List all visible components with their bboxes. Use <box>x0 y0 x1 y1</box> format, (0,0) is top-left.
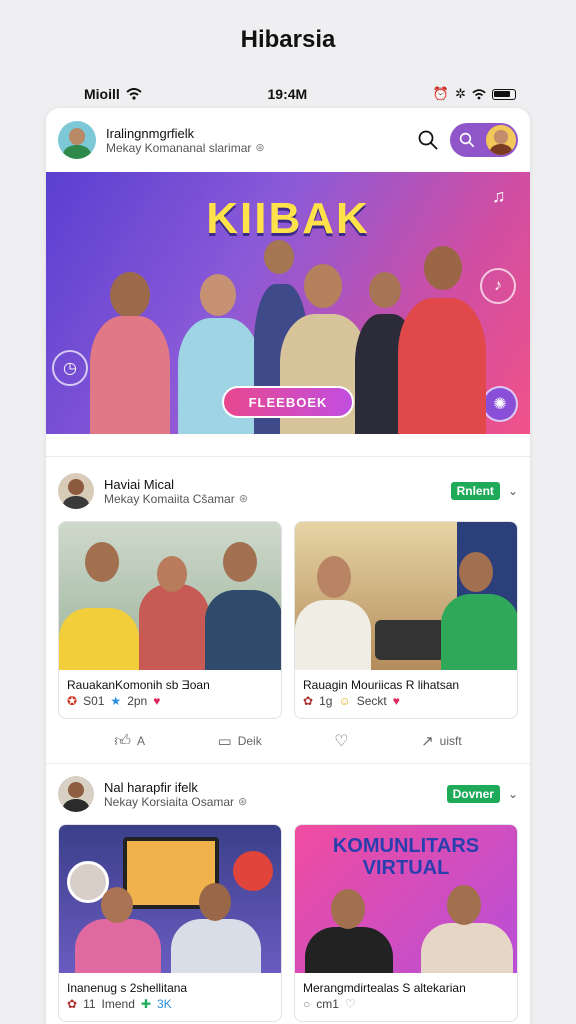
tile-photo <box>59 825 281 973</box>
comment-label: Deik <box>237 734 262 748</box>
circle-icon: ○ <box>303 997 311 1011</box>
post-author-subtitle: Nekay Korsiaita Osamar <box>104 794 235 809</box>
post-author-name[interactable]: Nal harapfir ifelk <box>104 780 447 795</box>
heart-icon[interactable]: ♥ <box>393 694 400 708</box>
carrier-label: Mioill <box>84 86 120 102</box>
comment-button[interactable]: ▭ Deik <box>218 732 262 750</box>
post-author-subtitle: Mekay Komaiita Cŝamar <box>104 491 235 506</box>
media-tile[interactable]: KOMUNLITARS VIRTUAL Merangmdirtealas S a… <box>294 824 518 1022</box>
post-author-name[interactable]: Haviai Mical <box>104 477 451 492</box>
banner-cta-button[interactable]: FLEEBOEK <box>222 386 354 418</box>
clock: 19:4M <box>267 86 308 102</box>
search-icon-pill <box>459 132 475 148</box>
post-card: Haviai Mical Mekay Komaiita Cŝamar ⊛ Rnl… <box>46 456 530 763</box>
fire-icon: ✪ <box>67 694 78 708</box>
tile-photo <box>295 522 517 670</box>
profile-header: Iralingnmgrfielk Mekay Komananal slarima… <box>46 108 530 172</box>
tile-meta-label: Imend <box>101 997 135 1011</box>
tile-title: RauakanKomonih sb Ǝoan <box>67 678 210 692</box>
search-icon[interactable] <box>416 128 440 152</box>
gift-icon: ✿ <box>67 997 78 1011</box>
tile-meta-count: 1g <box>319 694 333 708</box>
like-button[interactable]: 👍︎ A <box>114 732 145 751</box>
favorite-button[interactable]: ♡ <box>334 731 348 751</box>
chevron-down-icon[interactable]: ⌄ <box>508 787 518 801</box>
tile-photo <box>59 522 281 670</box>
chevron-down-icon[interactable]: ⌄ <box>508 484 518 498</box>
status-bar: Mioill 19:4M ⏰ ✲ <box>84 84 516 104</box>
clock-deco-icon: ◷ <box>52 350 88 386</box>
tile-title: Inanenug s 2shellitana <box>67 981 188 995</box>
media-tile[interactable]: Rauagin Mouriicas R lihatsan ✿ 1g ☺ Seck… <box>294 521 518 719</box>
thumbs-up-icon: 👍︎ <box>114 732 131 750</box>
tile-meta-extra: 3K <box>156 997 172 1011</box>
tile-banner-text: KOMUNLITARS VIRTUAL <box>332 835 480 879</box>
user-avatar[interactable] <box>486 125 516 155</box>
post-card: Nal harapfir ifelk Nekay Korsiaita Osama… <box>46 763 530 1022</box>
verified-icon: ⊛ <box>238 796 248 808</box>
media-tile[interactable]: Inanenug s 2shellitana ✿ 11 Imend ✚ 3K <box>58 824 282 1022</box>
app-title: Hibarsia <box>240 26 336 53</box>
heart-outline-icon: ♡ <box>334 733 349 750</box>
status-badge: Rnlent <box>450 482 500 500</box>
search-profile-toggle[interactable] <box>450 123 518 157</box>
profile-name[interactable]: Iralingnmgrfielk <box>106 126 416 141</box>
post-author-avatar[interactable] <box>58 776 94 812</box>
wifi-icon-right <box>472 88 486 99</box>
feed-card: Iralingnmgrfielk Mekay Komananal slarima… <box>46 108 530 1024</box>
heart-icon[interactable]: ♥ <box>153 694 160 708</box>
profile-avatar[interactable] <box>58 121 96 159</box>
verified-icon: ⊛ <box>255 142 265 154</box>
tile-meta-count: 11 <box>83 997 96 1011</box>
tile-meta-time: 2pn <box>127 694 148 708</box>
post-author-avatar[interactable] <box>58 473 94 509</box>
gift-icon: ✿ <box>303 694 314 708</box>
tile-title: Merangmdirtealas S altekarian <box>303 981 466 995</box>
plus-icon: ✚ <box>140 997 151 1011</box>
star-icon: ★ <box>110 694 122 708</box>
comment-icon: ▭ <box>217 733 232 750</box>
wifi-icon <box>126 88 142 100</box>
share-icon: ↗ <box>421 733 434 750</box>
tile-photo: KOMUNLITARS VIRTUAL <box>295 825 517 973</box>
battery-icon <box>492 88 516 100</box>
like-label: A <box>136 734 145 748</box>
share-button[interactable]: ↗ uisft <box>421 732 462 750</box>
alarm-icon: ⏰ <box>432 86 450 101</box>
heart-outline-icon[interactable]: ♡ <box>345 997 356 1011</box>
post-actions: 👍︎ A ▭ Deik ♡ ↗ uisft <box>58 719 518 763</box>
status-badge: Dovner <box>446 785 500 803</box>
tile-meta-count: cm1 <box>316 997 339 1011</box>
verified-icon: ⊛ <box>238 493 248 505</box>
bluetooth-icon: ✲ <box>455 86 466 101</box>
tile-meta-count: S01 <box>83 694 105 708</box>
smile-icon: ☺ <box>338 694 351 708</box>
tile-meta-time: Seckt <box>356 694 387 708</box>
share-label: uisft <box>439 734 462 748</box>
media-tile[interactable]: RauakanKomonih sb Ǝoan ✪ S01 ★ 2pn ♥ <box>58 521 282 719</box>
hero-banner[interactable]: ◷ ♪ ✺ ♫ KIIBAK FLEEBOEK <box>46 172 530 434</box>
profile-subtitle: Mekay Komananal slarimar <box>106 140 252 155</box>
tile-title: Rauagin Mouriicas R lihatsan <box>303 678 460 692</box>
